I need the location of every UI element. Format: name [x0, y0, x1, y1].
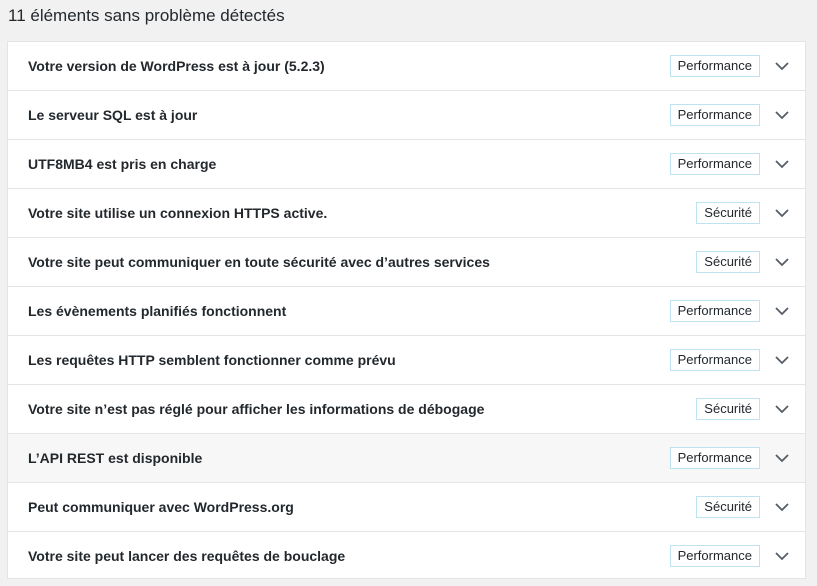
- chevron-down-icon[interactable]: [775, 451, 789, 465]
- chevron-down-icon[interactable]: [775, 255, 789, 269]
- chevron-down-icon[interactable]: [775, 402, 789, 416]
- category-badge: Performance: [669, 447, 760, 469]
- section-heading: 11 éléments sans problème détectés: [8, 6, 285, 25]
- accordion-item-secure-communication[interactable]: Votre site peut communiquer en toute séc…: [8, 238, 805, 287]
- category-badge: Sécurité: [696, 496, 760, 518]
- accordion-item-title: Les évènements planifiés fonctionnent: [28, 303, 287, 319]
- accordion-item-title: Votre site n’est pas réglé pour afficher…: [28, 401, 485, 417]
- accordion-item-title: Votre site peut lancer des requêtes de b…: [28, 548, 346, 564]
- chevron-down-icon[interactable]: [775, 353, 789, 367]
- accordion-item-title: Votre version de WordPress est à jour (5…: [28, 58, 325, 74]
- accordion-item-https[interactable]: Votre site utilise un connexion HTTPS ac…: [8, 189, 805, 238]
- accordion-item-sql-server[interactable]: Le serveur SQL est à jour Performance: [8, 91, 805, 140]
- accordion-item-title: Les requêtes HTTP semblent fonctionner c…: [28, 352, 396, 368]
- chevron-down-icon[interactable]: [775, 206, 789, 220]
- health-check-accordion: Votre version de WordPress est à jour (5…: [7, 41, 806, 579]
- category-badge: Performance: [669, 545, 760, 567]
- category-badge: Sécurité: [696, 202, 760, 224]
- category-badge: Performance: [669, 104, 760, 126]
- accordion-item-dotorg-communication[interactable]: Peut communiquer avec WordPress.org Sécu…: [8, 483, 805, 532]
- chevron-down-icon[interactable]: [775, 500, 789, 514]
- chevron-down-icon[interactable]: [775, 108, 789, 122]
- category-badge: Performance: [669, 349, 760, 371]
- accordion-item-title: Peut communiquer avec WordPress.org: [28, 499, 294, 515]
- accordion-item-loopback-requests[interactable]: Votre site peut lancer des requêtes de b…: [8, 532, 805, 580]
- accordion-item-title: UTF8MB4 est pris en charge: [28, 156, 217, 172]
- chevron-down-icon[interactable]: [775, 59, 789, 73]
- chevron-down-icon[interactable]: [775, 549, 789, 563]
- accordion-item-debug-mode[interactable]: Votre site n’est pas réglé pour afficher…: [8, 385, 805, 434]
- category-badge: Sécurité: [696, 398, 760, 420]
- accordion-item-title: L’API REST est disponible: [28, 450, 203, 466]
- chevron-down-icon[interactable]: [775, 304, 789, 318]
- accordion-item-title: Votre site peut communiquer en toute séc…: [28, 254, 490, 270]
- category-badge: Sécurité: [696, 251, 760, 273]
- category-badge: Performance: [669, 300, 760, 322]
- category-badge: Performance: [669, 55, 760, 77]
- accordion-item-title: Le serveur SQL est à jour: [28, 107, 198, 123]
- chevron-down-icon[interactable]: [775, 157, 789, 171]
- accordion-item-scheduled-events[interactable]: Les évènements planifiés fonctionnent Pe…: [8, 287, 805, 336]
- accordion-item-wordpress-version[interactable]: Votre version de WordPress est à jour (5…: [8, 42, 805, 91]
- category-badge: Performance: [669, 153, 760, 175]
- accordion-item-title: Votre site utilise un connexion HTTPS ac…: [28, 205, 328, 221]
- accordion-item-utf8mb4[interactable]: UTF8MB4 est pris en charge Performance: [8, 140, 805, 189]
- accordion-item-http-requests[interactable]: Les requêtes HTTP semblent fonctionner c…: [8, 336, 805, 385]
- accordion-item-rest-api[interactable]: L’API REST est disponible Performance: [8, 434, 805, 483]
